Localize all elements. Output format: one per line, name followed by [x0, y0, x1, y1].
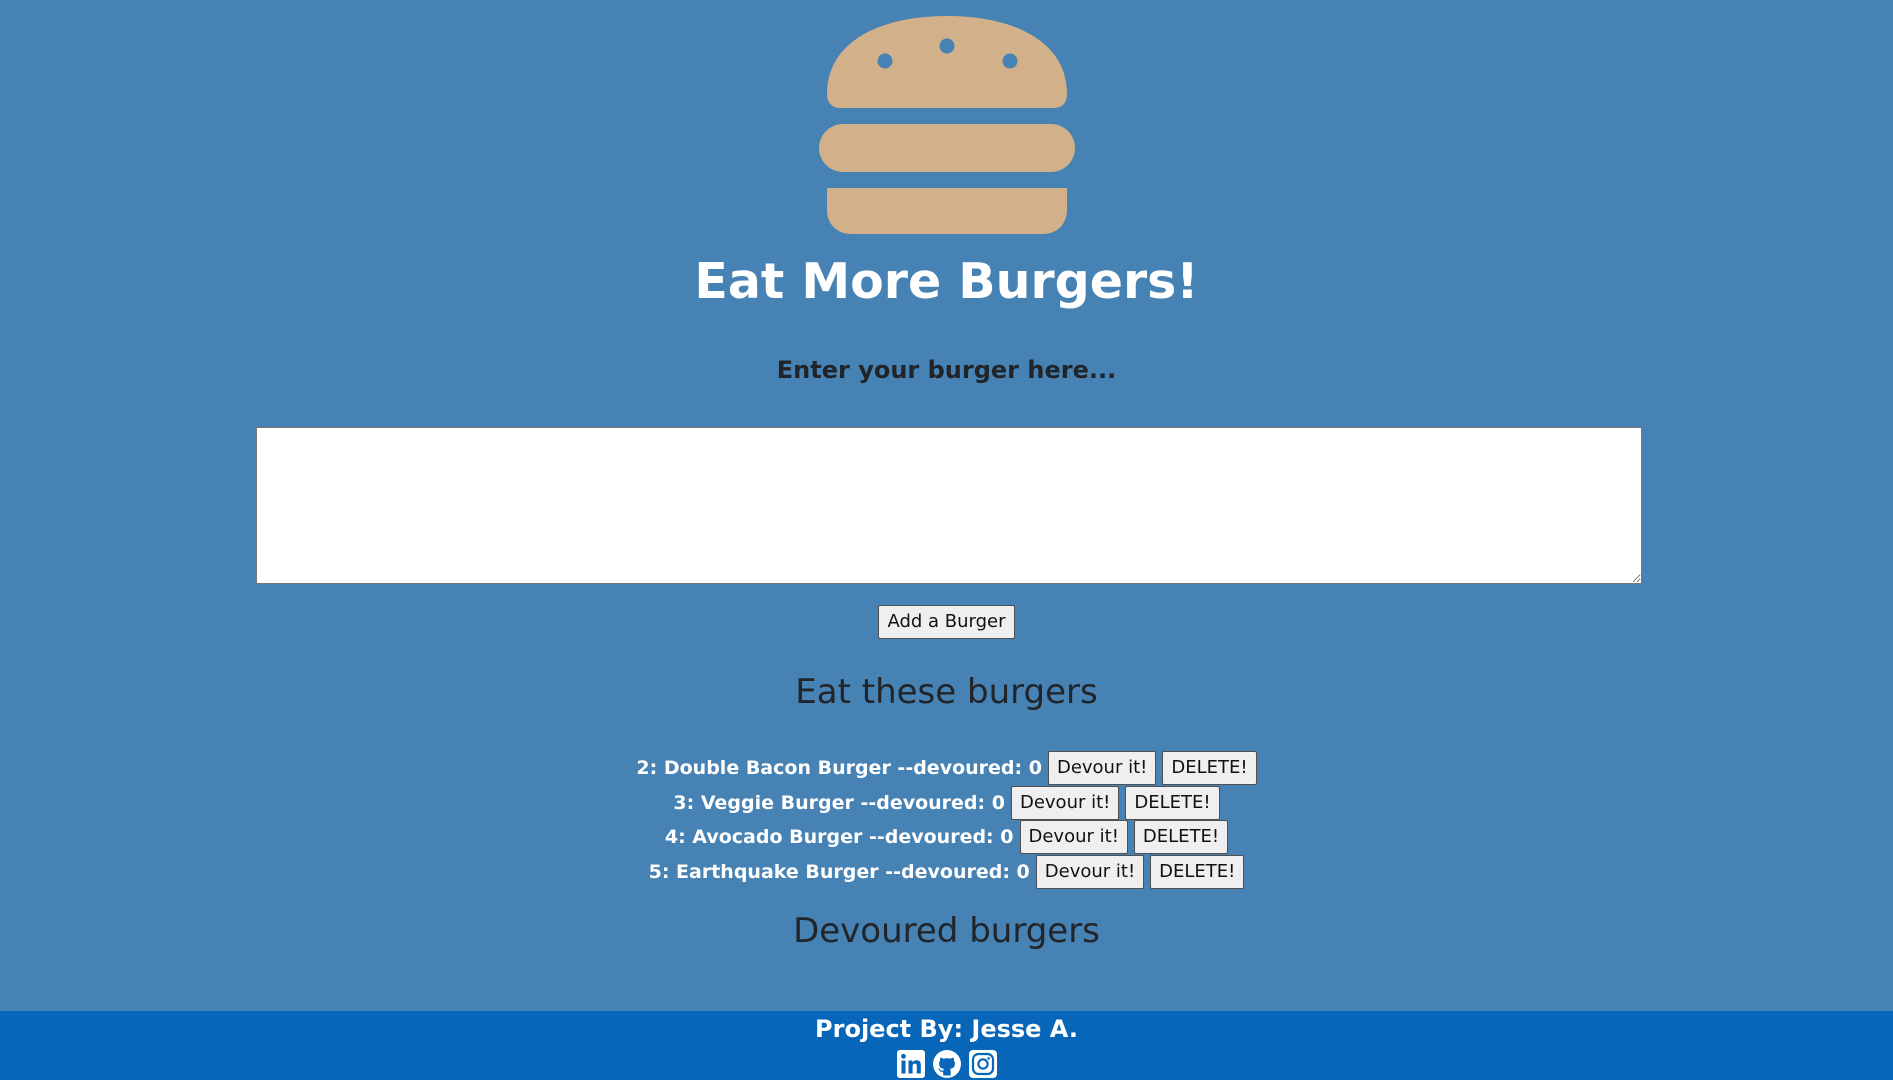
delete-button[interactable]: DELETE! [1125, 785, 1220, 820]
devour-button[interactable]: Devour it! [1047, 751, 1157, 786]
devour-button[interactable]: Devour it! [1035, 855, 1145, 890]
burger-list: 2: Double Bacon Burger --devoured: 0 Dev… [0, 751, 1893, 890]
list-item: 5: Earthquake Burger --devoured: 0 Devou… [0, 855, 1893, 890]
list-item: 3: Veggie Burger --devoured: 0 Devour it… [0, 785, 1893, 821]
burger-label: 5: Earthquake Burger --devoured: 0 [648, 861, 1030, 884]
devour-button[interactable]: Devour it! [1019, 820, 1128, 855]
eat-burgers-heading: Eat these burgers [795, 672, 1098, 712]
list-item: 2: Double Bacon Burger --devoured: 0 Dev… [0, 751, 1893, 786]
burger-label: 2: Double Bacon Burger --devoured: 0 [636, 757, 1042, 780]
footer: Project By: Jesse A. [0, 1011, 1893, 1080]
input-prompt: Enter your burger here... [776, 356, 1117, 384]
delete-button[interactable]: DELETE! [1162, 751, 1257, 786]
delete-button[interactable]: DELETE! [1133, 820, 1229, 855]
burger-label: 3: Veggie Burger --devoured: 0 [673, 791, 1005, 814]
add-burger-button[interactable]: Add a Burger [878, 605, 1015, 639]
hamburger-icon [818, 16, 1075, 234]
social-links [0, 1049, 1893, 1079]
burger-input[interactable] [256, 427, 1642, 584]
devoured-burgers-heading: Devoured burgers [793, 911, 1100, 951]
burger-label: 4: Avocado Burger --devoured: 0 [664, 826, 1014, 849]
list-item: 4: Avocado Burger --devoured: 0 Devour i… [0, 820, 1893, 855]
devour-button[interactable]: Devour it! [1010, 785, 1120, 820]
page-title: Eat More Burgers! [694, 253, 1199, 310]
linkedin-icon[interactable] [896, 1049, 926, 1079]
github-icon[interactable] [932, 1049, 962, 1079]
logo [0, 12, 1893, 236]
instagram-icon[interactable] [968, 1049, 998, 1079]
footer-credit: Project By: Jesse A. [815, 1015, 1078, 1043]
delete-button[interactable]: DELETE! [1150, 855, 1245, 890]
